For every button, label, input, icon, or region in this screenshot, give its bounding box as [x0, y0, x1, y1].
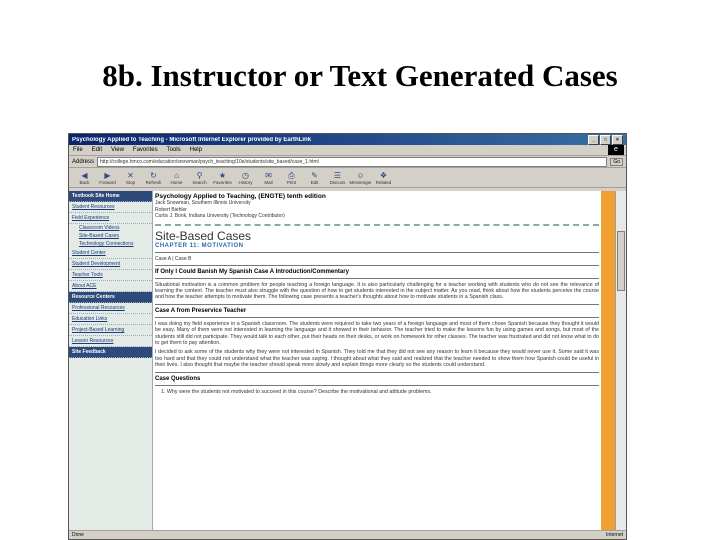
printer-icon: ⎙: [288, 170, 295, 180]
menu-bar: File Edit View Favorites Tools Help e: [69, 145, 626, 156]
menu-help[interactable]: Help: [190, 147, 202, 153]
case-heading: If Only I Could Banish My Spanish Case A…: [155, 268, 349, 275]
history-button[interactable]: ◷ History: [234, 171, 257, 185]
discuss-icon: ☰: [333, 170, 342, 180]
chapter-heading: CHAPTER 11: MOTIVATION: [155, 242, 244, 249]
related-icon: ❖: [379, 170, 388, 180]
forward-arrow-icon: ▶: [104, 170, 111, 180]
status-bar: Done Internet: [69, 530, 626, 539]
refresh-icon: ↻: [150, 170, 157, 180]
case-paragraph: I was doing my field experience in a Spa…: [155, 320, 599, 346]
sidebar-item-technology-connections[interactable]: Technology Connections: [69, 240, 152, 248]
messenger-button[interactable]: ☺ Messenger: [349, 171, 372, 185]
sidebar-item-classroom-videos[interactable]: Classroom Videos: [69, 224, 152, 232]
divider: [155, 303, 599, 305]
address-label: Address: [72, 158, 95, 165]
scrollbar-thumb[interactable]: [617, 231, 625, 291]
back-arrow-icon: ◀: [81, 170, 88, 180]
address-bar: Address http://college.hmco.com/educatio…: [69, 156, 626, 168]
sidebar-item-site-based-cases[interactable]: Site-Based Cases: [69, 232, 152, 240]
book-title: Psychology Applied to Teaching, (ENGTE) …: [155, 193, 326, 200]
refresh-button[interactable]: ↻ Refresh: [142, 171, 165, 185]
divider: [155, 251, 599, 253]
divider: [155, 277, 599, 279]
mail-icon: ✉: [265, 170, 272, 180]
history-icon: ◷: [242, 170, 249, 180]
sidebar-item-about-ace[interactable]: About ACE: [69, 281, 152, 292]
ie-logo-icon: e: [608, 145, 624, 155]
divider: [155, 316, 599, 318]
search-button[interactable]: ⚲ Search: [188, 171, 211, 185]
sidebar-item-teacher-tools[interactable]: Teacher Tools: [69, 270, 152, 281]
author-line: Curtis J. Bonk, Indiana University (Tech…: [155, 213, 285, 219]
case-paragraph: I decided to ask some of the students wh…: [155, 349, 599, 369]
site-sidebar: Textbook Site Home Student Resources Fie…: [69, 191, 153, 530]
divider: [155, 223, 599, 226]
search-icon: ⚲: [196, 170, 203, 180]
sidebar-item-education-links[interactable]: Education Links: [69, 314, 152, 325]
address-input[interactable]: http://college.hmco.com/education/snowma…: [97, 156, 608, 167]
stop-icon: ✕: [127, 170, 134, 180]
favorites-button[interactable]: ★ Favorites: [211, 171, 234, 185]
menu-view[interactable]: View: [111, 147, 124, 153]
page-content: Textbook Site Home Student Resources Fie…: [69, 191, 615, 530]
menu-edit[interactable]: Edit: [92, 147, 102, 153]
menu-tools[interactable]: Tools: [167, 147, 181, 153]
mail-button[interactable]: ✉ Mail: [257, 171, 280, 185]
sidebar-item-student-development[interactable]: Student Development: [69, 259, 152, 270]
edit-icon: ✎: [311, 170, 318, 180]
intro-paragraph: Situational motivation is a common probl…: [155, 281, 599, 301]
sidebar-item-textbook-home[interactable]: Textbook Site Home: [69, 191, 152, 202]
sidebar-item-student-center[interactable]: Student Center: [69, 248, 152, 259]
toolbar: ◀ Back ▶ Forward ✕ Stop ↻ Refresh ⌂ Home ⚲ Sea…: [69, 168, 626, 188]
back-button[interactable]: ◀ Back: [73, 171, 96, 185]
sidebar-item-site-feedback[interactable]: Site Feedback: [69, 347, 152, 358]
home-button[interactable]: ⌂ Home: [165, 171, 188, 185]
minimize-button[interactable]: _: [588, 134, 599, 145]
vertical-scrollbar[interactable]: [615, 191, 626, 530]
main-column: Psychology Applied to Teaching, (ENGTE) …: [155, 193, 599, 395]
star-icon: ★: [218, 170, 227, 180]
sidebar-item-project-based-learning[interactable]: Project-Based Learning: [69, 325, 152, 336]
sidebar-item-field-experience[interactable]: Field Experience: [69, 213, 152, 224]
window-titlebar: Psychology Applied to Teaching - Microso…: [69, 134, 626, 145]
zone-text: Internet: [606, 532, 623, 538]
slide-title: 8b. Instructor or Text Generated Cases: [102, 58, 618, 93]
related-button[interactable]: ❖ Related: [372, 171, 395, 185]
window-title: Psychology Applied to Teaching - Microso…: [72, 136, 312, 143]
stop-button[interactable]: ✕ Stop: [119, 171, 142, 185]
go-button[interactable]: Go: [610, 157, 623, 166]
sidebar-item-lesson-resources[interactable]: Lesson Resources: [69, 336, 152, 347]
questions-heading: Case Questions: [155, 375, 201, 382]
question-item: 1. Why were the students not motivated t…: [161, 388, 432, 395]
close-button[interactable]: ×: [612, 134, 623, 145]
case-links[interactable]: Case A | Case B: [155, 256, 599, 262]
sidebar-item-resource-centers[interactable]: Resource Centers: [69, 292, 152, 303]
case-a-heading: Case A from Preservice Teacher: [155, 307, 247, 314]
status-text: Done: [72, 532, 84, 538]
orange-accent-bar: [601, 191, 615, 530]
messenger-icon: ☺: [356, 170, 365, 180]
discuss-button[interactable]: ☰ Discuss: [326, 171, 349, 185]
divider: [155, 384, 599, 386]
browser-window: Psychology Applied to Teaching - Microso…: [68, 133, 627, 540]
divider: [155, 371, 599, 373]
divider: [155, 264, 599, 266]
home-icon: ⌂: [174, 170, 179, 180]
sidebar-item-professional-resources[interactable]: Professional Resources: [69, 303, 152, 314]
forward-button[interactable]: ▶ Forward: [96, 171, 119, 185]
menu-favorites[interactable]: Favorites: [133, 147, 158, 153]
print-button[interactable]: ⎙ Print: [280, 171, 303, 185]
edit-button[interactable]: ✎ Edit: [303, 171, 326, 185]
maximize-button[interactable]: □: [600, 134, 611, 145]
sidebar-item-student-resources[interactable]: Student Resources: [69, 202, 152, 213]
section-title: Site-Based Cases: [155, 228, 252, 243]
menu-file[interactable]: File: [73, 147, 83, 153]
